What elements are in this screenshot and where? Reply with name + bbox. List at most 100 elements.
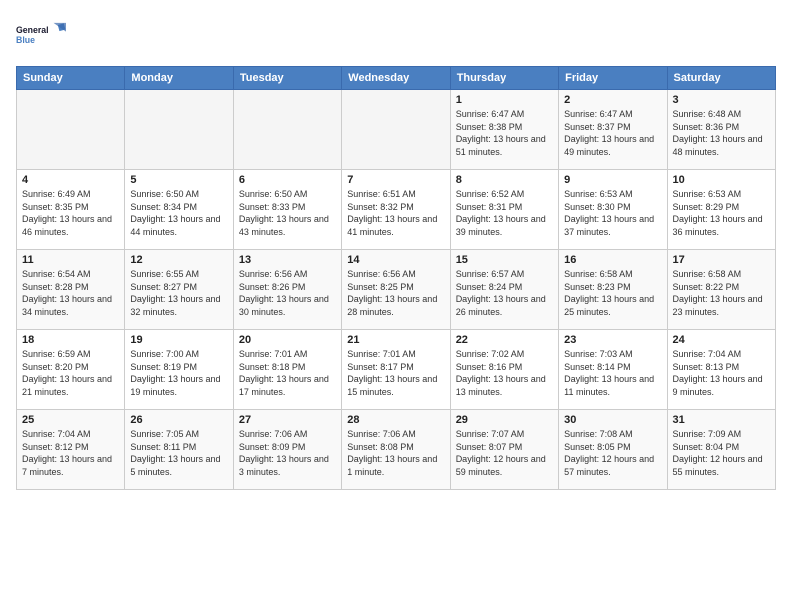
calendar-cell: 15 Sunrise: 6:57 AMSunset: 8:24 PMDaylig… <box>450 250 558 330</box>
header: General Blue <box>16 16 776 56</box>
day-number: 15 <box>456 254 553 266</box>
day-info: Sunrise: 7:00 AMSunset: 8:19 PMDaylight:… <box>130 348 227 398</box>
header-day-friday: Friday <box>559 67 667 90</box>
day-number: 5 <box>130 174 227 186</box>
calendar-cell: 27 Sunrise: 7:06 AMSunset: 8:09 PMDaylig… <box>233 410 341 490</box>
day-info: Sunrise: 6:56 AMSunset: 8:25 PMDaylight:… <box>347 268 444 318</box>
day-number: 13 <box>239 254 336 266</box>
day-number: 18 <box>22 334 119 346</box>
day-number: 8 <box>456 174 553 186</box>
day-info: Sunrise: 6:56 AMSunset: 8:26 PMDaylight:… <box>239 268 336 318</box>
day-info: Sunrise: 6:53 AMSunset: 8:30 PMDaylight:… <box>564 188 661 238</box>
calendar-cell: 8 Sunrise: 6:52 AMSunset: 8:31 PMDayligh… <box>450 170 558 250</box>
day-number: 16 <box>564 254 661 266</box>
calendar-cell: 11 Sunrise: 6:54 AMSunset: 8:28 PMDaylig… <box>17 250 125 330</box>
day-number: 27 <box>239 414 336 426</box>
calendar-cell: 1 Sunrise: 6:47 AMSunset: 8:38 PMDayligh… <box>450 90 558 170</box>
day-info: Sunrise: 6:55 AMSunset: 8:27 PMDaylight:… <box>130 268 227 318</box>
day-number: 23 <box>564 334 661 346</box>
calendar-cell: 5 Sunrise: 6:50 AMSunset: 8:34 PMDayligh… <box>125 170 233 250</box>
header-day-monday: Monday <box>125 67 233 90</box>
calendar-table: SundayMondayTuesdayWednesdayThursdayFrid… <box>16 66 776 490</box>
header-day-tuesday: Tuesday <box>233 67 341 90</box>
day-number: 12 <box>130 254 227 266</box>
day-info: Sunrise: 6:51 AMSunset: 8:32 PMDaylight:… <box>347 188 444 238</box>
day-info: Sunrise: 7:01 AMSunset: 8:17 PMDaylight:… <box>347 348 444 398</box>
calendar-cell: 28 Sunrise: 7:06 AMSunset: 8:08 PMDaylig… <box>342 410 450 490</box>
day-info: Sunrise: 7:07 AMSunset: 8:07 PMDaylight:… <box>456 428 553 478</box>
day-number: 22 <box>456 334 553 346</box>
day-number: 19 <box>130 334 227 346</box>
header-day-wednesday: Wednesday <box>342 67 450 90</box>
calendar-cell: 6 Sunrise: 6:50 AMSunset: 8:33 PMDayligh… <box>233 170 341 250</box>
day-info: Sunrise: 6:52 AMSunset: 8:31 PMDaylight:… <box>456 188 553 238</box>
header-day-saturday: Saturday <box>667 67 775 90</box>
calendar-cell: 16 Sunrise: 6:58 AMSunset: 8:23 PMDaylig… <box>559 250 667 330</box>
calendar-cell <box>342 90 450 170</box>
header-day-sunday: Sunday <box>17 67 125 90</box>
svg-text:General: General <box>16 25 49 35</box>
day-info: Sunrise: 7:09 AMSunset: 8:04 PMDaylight:… <box>673 428 770 478</box>
day-number: 20 <box>239 334 336 346</box>
calendar-cell: 19 Sunrise: 7:00 AMSunset: 8:19 PMDaylig… <box>125 330 233 410</box>
day-info: Sunrise: 7:08 AMSunset: 8:05 PMDaylight:… <box>564 428 661 478</box>
calendar-cell: 3 Sunrise: 6:48 AMSunset: 8:36 PMDayligh… <box>667 90 775 170</box>
day-number: 11 <box>22 254 119 266</box>
header-day-thursday: Thursday <box>450 67 558 90</box>
calendar-week-4: 18 Sunrise: 6:59 AMSunset: 8:20 PMDaylig… <box>17 330 776 410</box>
day-info: Sunrise: 6:58 AMSunset: 8:23 PMDaylight:… <box>564 268 661 318</box>
day-number: 14 <box>347 254 444 266</box>
logo-svg: General Blue <box>16 16 66 56</box>
day-info: Sunrise: 6:47 AMSunset: 8:38 PMDaylight:… <box>456 108 553 158</box>
day-number: 4 <box>22 174 119 186</box>
calendar-week-2: 4 Sunrise: 6:49 AMSunset: 8:35 PMDayligh… <box>17 170 776 250</box>
day-info: Sunrise: 6:57 AMSunset: 8:24 PMDaylight:… <box>456 268 553 318</box>
calendar-cell: 21 Sunrise: 7:01 AMSunset: 8:17 PMDaylig… <box>342 330 450 410</box>
calendar-cell: 20 Sunrise: 7:01 AMSunset: 8:18 PMDaylig… <box>233 330 341 410</box>
day-number: 29 <box>456 414 553 426</box>
day-number: 28 <box>347 414 444 426</box>
calendar-cell: 10 Sunrise: 6:53 AMSunset: 8:29 PMDaylig… <box>667 170 775 250</box>
calendar-cell: 7 Sunrise: 6:51 AMSunset: 8:32 PMDayligh… <box>342 170 450 250</box>
calendar-cell: 24 Sunrise: 7:04 AMSunset: 8:13 PMDaylig… <box>667 330 775 410</box>
calendar-cell <box>125 90 233 170</box>
calendar-cell: 13 Sunrise: 6:56 AMSunset: 8:26 PMDaylig… <box>233 250 341 330</box>
calendar-cell: 23 Sunrise: 7:03 AMSunset: 8:14 PMDaylig… <box>559 330 667 410</box>
calendar-cell: 30 Sunrise: 7:08 AMSunset: 8:05 PMDaylig… <box>559 410 667 490</box>
day-info: Sunrise: 6:59 AMSunset: 8:20 PMDaylight:… <box>22 348 119 398</box>
calendar-cell: 22 Sunrise: 7:02 AMSunset: 8:16 PMDaylig… <box>450 330 558 410</box>
calendar-cell: 18 Sunrise: 6:59 AMSunset: 8:20 PMDaylig… <box>17 330 125 410</box>
day-info: Sunrise: 6:47 AMSunset: 8:37 PMDaylight:… <box>564 108 661 158</box>
calendar-header-row: SundayMondayTuesdayWednesdayThursdayFrid… <box>17 67 776 90</box>
day-number: 3 <box>673 94 770 106</box>
day-number: 17 <box>673 254 770 266</box>
calendar-cell: 29 Sunrise: 7:07 AMSunset: 8:07 PMDaylig… <box>450 410 558 490</box>
day-info: Sunrise: 7:04 AMSunset: 8:13 PMDaylight:… <box>673 348 770 398</box>
day-info: Sunrise: 7:06 AMSunset: 8:08 PMDaylight:… <box>347 428 444 478</box>
calendar-week-3: 11 Sunrise: 6:54 AMSunset: 8:28 PMDaylig… <box>17 250 776 330</box>
day-info: Sunrise: 6:48 AMSunset: 8:36 PMDaylight:… <box>673 108 770 158</box>
day-number: 2 <box>564 94 661 106</box>
day-info: Sunrise: 7:01 AMSunset: 8:18 PMDaylight:… <box>239 348 336 398</box>
day-info: Sunrise: 6:49 AMSunset: 8:35 PMDaylight:… <box>22 188 119 238</box>
calendar-cell: 4 Sunrise: 6:49 AMSunset: 8:35 PMDayligh… <box>17 170 125 250</box>
calendar-cell: 2 Sunrise: 6:47 AMSunset: 8:37 PMDayligh… <box>559 90 667 170</box>
day-number: 6 <box>239 174 336 186</box>
day-number: 10 <box>673 174 770 186</box>
day-info: Sunrise: 7:02 AMSunset: 8:16 PMDaylight:… <box>456 348 553 398</box>
day-number: 30 <box>564 414 661 426</box>
calendar-week-5: 25 Sunrise: 7:04 AMSunset: 8:12 PMDaylig… <box>17 410 776 490</box>
day-number: 1 <box>456 94 553 106</box>
day-info: Sunrise: 7:05 AMSunset: 8:11 PMDaylight:… <box>130 428 227 478</box>
calendar-cell: 25 Sunrise: 7:04 AMSunset: 8:12 PMDaylig… <box>17 410 125 490</box>
day-info: Sunrise: 6:58 AMSunset: 8:22 PMDaylight:… <box>673 268 770 318</box>
calendar-cell: 12 Sunrise: 6:55 AMSunset: 8:27 PMDaylig… <box>125 250 233 330</box>
day-number: 9 <box>564 174 661 186</box>
calendar-cell: 31 Sunrise: 7:09 AMSunset: 8:04 PMDaylig… <box>667 410 775 490</box>
day-info: Sunrise: 6:54 AMSunset: 8:28 PMDaylight:… <box>22 268 119 318</box>
day-number: 26 <box>130 414 227 426</box>
svg-text:Blue: Blue <box>16 35 35 45</box>
day-info: Sunrise: 6:50 AMSunset: 8:33 PMDaylight:… <box>239 188 336 238</box>
calendar-cell: 14 Sunrise: 6:56 AMSunset: 8:25 PMDaylig… <box>342 250 450 330</box>
logo: General Blue <box>16 16 66 56</box>
